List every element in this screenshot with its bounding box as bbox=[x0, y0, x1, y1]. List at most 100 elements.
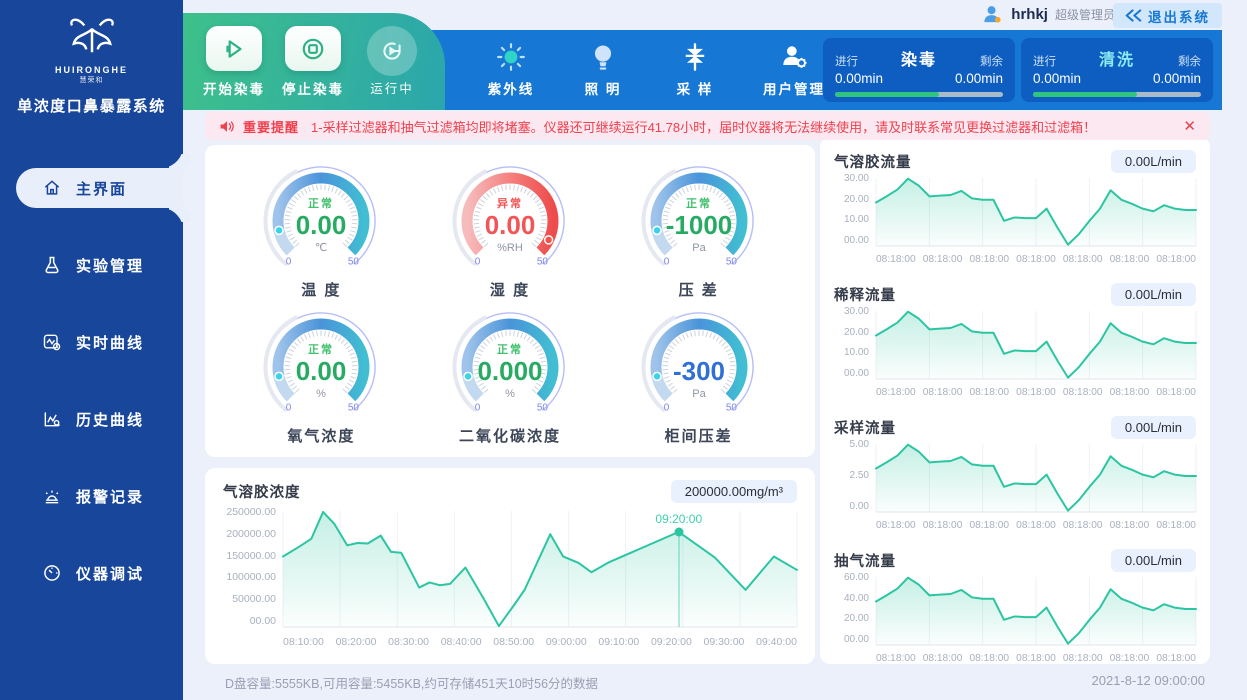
svg-text:50: 50 bbox=[726, 402, 738, 413]
gauge-dial: 异常 0.00 %RH 0 50 bbox=[435, 159, 585, 279]
sidebar: HUIRONGHE 慧荣和 单浓度口鼻暴露系统 主界面 实验管理 bbox=[0, 0, 183, 700]
sidebar-item-label: 报警记录 bbox=[76, 486, 144, 507]
y-tick-label: 20.00 bbox=[844, 327, 869, 338]
brand-sub: 慧荣和 bbox=[0, 75, 183, 85]
aerosol-flow-block: 气溶胶流量 0.00L/min 30.0020.0010.0000.00 08:… bbox=[834, 143, 1196, 265]
chart-value-badge: 0.00L/min bbox=[1111, 150, 1196, 173]
y-tick-label: 10.00 bbox=[844, 347, 869, 358]
svg-text:50: 50 bbox=[348, 402, 360, 413]
gauge-dial: 正常 -1000 Pa 0 50 bbox=[624, 159, 774, 279]
svg-text:正常: 正常 bbox=[686, 196, 712, 210]
close-icon[interactable]: ✕ bbox=[1183, 117, 1196, 135]
stop-exposure-button[interactable]: 停止染毒 bbox=[282, 26, 344, 110]
chart-title: 稀释流量 bbox=[834, 284, 896, 305]
gauge-label: 湿 度 bbox=[490, 279, 530, 300]
brand-name: HUIRONGHE bbox=[0, 65, 183, 75]
timer-card-cleaning: 进行 清洗 剩余 0.00min 0.00min bbox=[1021, 38, 1213, 102]
user-management-button[interactable]: 用户管理 bbox=[754, 42, 834, 98]
y-axis: 5.002.500.00 bbox=[834, 439, 876, 512]
aerosol-concentration-chart: 09:20:00 bbox=[283, 511, 797, 627]
y-tick-label: 30.00 bbox=[844, 173, 869, 184]
extraction-flow-block: 抽气流量 0.00L/min 60.0040.0020.0000.00 08:1… bbox=[834, 542, 1196, 664]
sidebar-item-main[interactable]: 主界面 bbox=[16, 168, 183, 208]
line-chart bbox=[876, 178, 1196, 246]
x-tick-label: 09:00:00 bbox=[546, 636, 587, 648]
x-tick-label: 08:18:00 bbox=[1016, 653, 1056, 664]
sidebar-nav: 主界面 实验管理 实时曲线 历史曲线 bbox=[0, 168, 183, 593]
x-tick-label: 08:20:00 bbox=[336, 636, 377, 648]
y-tick-label: 200000.00 bbox=[226, 528, 276, 540]
timer-progressbar bbox=[835, 92, 1003, 97]
sidebar-item-label: 实验管理 bbox=[76, 255, 144, 276]
x-tick-label: 08:18:00 bbox=[1016, 520, 1056, 531]
sidebar-item-instrument-debug[interactable]: 仪器调试 bbox=[0, 553, 183, 593]
chart-title: 气溶胶流量 bbox=[834, 151, 912, 172]
svg-text:0: 0 bbox=[286, 402, 292, 413]
y-axis: 60.0040.0020.0000.00 bbox=[834, 572, 876, 645]
y-tick-label: 00.00 bbox=[844, 235, 869, 246]
timer-title: 清洗 bbox=[1099, 46, 1135, 70]
y-tick-label: 40.00 bbox=[844, 593, 869, 604]
x-tick-label: 08:18:00 bbox=[1063, 653, 1103, 664]
x-tick-label: 08:18:00 bbox=[923, 254, 963, 265]
logout-button[interactable]: 退出系统 bbox=[1113, 3, 1222, 28]
datetime: 2021-8-12 09:00:00 bbox=[1092, 673, 1205, 688]
uv-sun-icon bbox=[496, 42, 526, 72]
svg-text:0: 0 bbox=[286, 256, 292, 267]
y-tick-label: 00.00 bbox=[844, 368, 869, 379]
svg-text:-300: -300 bbox=[673, 356, 725, 386]
x-axis: 08:10:0008:20:0008:30:0008:40:0008:50:00… bbox=[283, 636, 797, 648]
alert-message: 1-采样过滤器和抽气过滤箱均即将堵塞。仪器还可继续运行41.78小时，届时仪器将… bbox=[311, 117, 1173, 136]
gauge-humidity: 异常 0.00 %RH 0 50 湿 度 bbox=[416, 159, 605, 305]
sidebar-item-alarm-records[interactable]: 报警记录 bbox=[0, 476, 183, 516]
y-tick-label: 100000.00 bbox=[226, 571, 276, 583]
chart-title: 抽气流量 bbox=[834, 550, 896, 571]
gauge-label: 压 差 bbox=[679, 279, 719, 300]
chart-value-badge: 0.00L/min bbox=[1111, 416, 1196, 439]
y-tick-label: 150000.00 bbox=[226, 550, 276, 562]
sidebar-item-experiment[interactable]: 实验管理 bbox=[0, 245, 183, 285]
gauge-dial: 正常 0.00 % 0 50 bbox=[246, 305, 396, 425]
app-window: HUIRONGHE 慧荣和 单浓度口鼻暴露系统 主界面 实验管理 bbox=[0, 0, 1247, 700]
avatar-icon bbox=[981, 3, 1004, 26]
lighting-button[interactable]: 照 明 bbox=[570, 42, 636, 98]
sidebar-item-realtime-curve[interactable]: 实时曲线 bbox=[0, 322, 183, 362]
sampling-button[interactable]: 采 样 bbox=[662, 42, 728, 98]
gauge-oxygen: 正常 0.00 % 0 50 氧气浓度 bbox=[227, 305, 416, 451]
x-tick-label: 08:18:00 bbox=[1110, 254, 1150, 265]
svg-text:0: 0 bbox=[475, 256, 481, 267]
svg-text:正常: 正常 bbox=[308, 196, 334, 210]
chart-value-badge: 200000.00mg/m³ bbox=[671, 480, 797, 503]
svg-text:-1000: -1000 bbox=[665, 210, 732, 240]
sidebar-item-label: 仪器调试 bbox=[76, 563, 144, 584]
line-chart bbox=[876, 444, 1196, 512]
timer-remaining: 0.00min bbox=[955, 71, 1003, 86]
alert-tag: 重要提醒 bbox=[243, 117, 299, 136]
gauges-panel: 正常 0.00 ℃ 0 50 温 度 异常 0.00 %RH 0 50 湿 度 bbox=[205, 145, 815, 457]
svg-text:50: 50 bbox=[348, 256, 360, 267]
y-axis: 30.0020.0010.0000.00 bbox=[834, 306, 876, 379]
start-exposure-button[interactable]: 开始染毒 bbox=[203, 26, 265, 110]
user-info[interactable]: hrhkj 超级管理员 bbox=[981, 3, 1115, 26]
running-status-button[interactable]: 运行中 bbox=[361, 26, 423, 110]
sidebar-item-history-curve[interactable]: 历史曲线 bbox=[0, 399, 183, 439]
x-tick-label: 08:18:00 bbox=[1156, 254, 1196, 265]
x-tick-label: 09:40:00 bbox=[756, 636, 797, 648]
x-tick-label: 08:18:00 bbox=[969, 520, 1009, 531]
svg-text:0.000: 0.000 bbox=[477, 356, 542, 386]
sample-valve-icon bbox=[681, 42, 709, 72]
x-tick-label: 08:18:00 bbox=[1110, 653, 1150, 664]
y-tick-label: 00.00 bbox=[844, 634, 869, 645]
extraction-flow-chart bbox=[876, 577, 1196, 645]
stop-icon bbox=[300, 36, 326, 62]
svg-text:0.00: 0.00 bbox=[296, 210, 347, 240]
gauge-dial: 正常 0.00 ℃ 0 50 bbox=[246, 159, 396, 279]
uv-button[interactable]: 紫外线 bbox=[478, 42, 544, 98]
x-tick-label: 08:18:00 bbox=[1016, 387, 1056, 398]
svg-text:0: 0 bbox=[663, 402, 669, 413]
x-tick-label: 08:18:00 bbox=[969, 387, 1009, 398]
gauge-label: 温 度 bbox=[301, 279, 341, 300]
line-chart bbox=[876, 577, 1196, 645]
y-tick-label: 20.00 bbox=[844, 194, 869, 205]
timer-title: 染毒 bbox=[901, 46, 937, 70]
